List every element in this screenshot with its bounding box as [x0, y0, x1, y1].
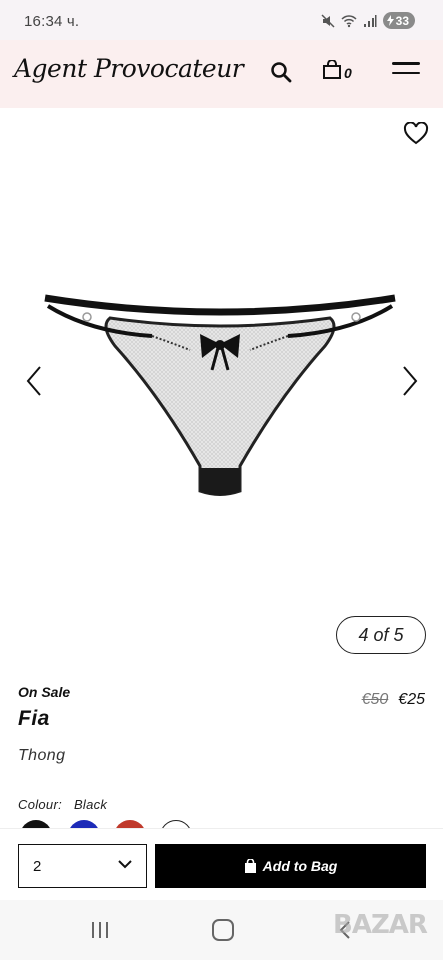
- quantity-select[interactable]: 2: [18, 844, 147, 888]
- mute-icon: [321, 13, 335, 28]
- search-icon[interactable]: [269, 60, 293, 84]
- battery-indicator: 33: [382, 12, 415, 29]
- wifi-icon: [341, 14, 357, 27]
- image-counter: 4 of 5: [336, 616, 426, 654]
- menu-button[interactable]: [392, 62, 422, 84]
- product-type: Thong: [18, 747, 66, 764]
- colour-value: Black: [73, 797, 108, 812]
- site-header: Agent Provocateur 0: [0, 40, 443, 108]
- cart-count: 0: [344, 65, 352, 81]
- chevron-down-icon: [118, 860, 132, 869]
- price-block: €50 €25: [362, 691, 425, 709]
- colour-row: Colour: Black: [18, 797, 107, 812]
- signal-icon: [363, 14, 377, 27]
- system-nav-bar: BAZAR: [0, 900, 443, 960]
- cart-button[interactable]: 0: [322, 59, 362, 85]
- original-price: €50: [361, 691, 389, 708]
- battery-level: 33: [395, 13, 409, 28]
- product-image: [44, 294, 396, 496]
- product-gallery: 4 of 5: [0, 108, 443, 668]
- product-name: Fia: [18, 707, 50, 730]
- shopping-bag-icon: [244, 859, 256, 873]
- sale-badge: On Sale: [18, 684, 71, 700]
- status-icons: 33: [321, 12, 415, 29]
- status-time: 16:34 ч.: [24, 13, 80, 30]
- add-to-bag-label: Add to Bag: [262, 858, 338, 874]
- charging-icon: [386, 15, 394, 26]
- hamburger-line: [392, 62, 420, 65]
- heart-icon[interactable]: [403, 122, 429, 146]
- status-bar: 16:34 ч. 33: [0, 0, 443, 40]
- recent-apps-icon[interactable]: [90, 921, 110, 939]
- sale-price: €25: [398, 691, 425, 708]
- quantity-value: 2: [33, 857, 42, 875]
- hamburger-line: [392, 71, 420, 74]
- colour-label: Colour:: [18, 797, 63, 812]
- add-to-bag-button[interactable]: Add to Bag: [155, 844, 426, 888]
- brand-logo[interactable]: Agent Provocateur: [14, 54, 244, 83]
- shopping-bag-icon: [323, 60, 341, 79]
- purchase-bar: 2 Add to Bag: [0, 828, 443, 900]
- chevron-right-icon[interactable]: [398, 363, 422, 399]
- home-icon[interactable]: [212, 919, 234, 941]
- watermark: BAZAR: [333, 910, 428, 940]
